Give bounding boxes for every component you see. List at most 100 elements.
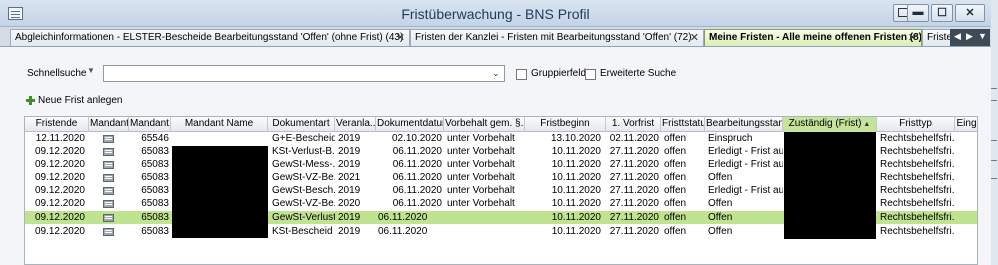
- cell-mandant-nr: 65083: [141, 212, 169, 223]
- column-header-mandant-icon[interactable]: Mandant...: [89, 117, 129, 132]
- cell-mandant-nr: 65083: [141, 226, 169, 237]
- cell-veranlagung: 2019: [338, 185, 361, 196]
- cell-vorbehalt: unter Vorbehalt: [447, 198, 515, 209]
- tab-close-icon[interactable]: ✕: [690, 31, 699, 44]
- column-header-fristbeginn[interactable]: Fristbeginn: [525, 117, 606, 132]
- tab-abgleichinformationen[interactable]: Abgleichinformationen - ELSTER-Bescheide…: [10, 29, 410, 46]
- tab-meine-fristen[interactable]: Meine Fristen - Alle meine offenen Frist…: [704, 29, 922, 46]
- column-header-veranlagung[interactable]: Veranla...: [335, 117, 376, 132]
- tab-close-icon[interactable]: ✕: [396, 31, 405, 44]
- plus-icon: [26, 96, 35, 105]
- cell-vorbehalt: [445, 211, 525, 224]
- close-icon: ✕: [965, 7, 975, 19]
- background-detail: [991, 100, 997, 101]
- gruppierfeld-checkbox[interactable]: [516, 69, 527, 80]
- redacted-mandant-name: [172, 146, 268, 238]
- column-header-fristtyp[interactable]: Fristtyp: [877, 117, 955, 132]
- column-header-fristende[interactable]: Fristende: [25, 117, 89, 132]
- close-button[interactable]: ✕: [955, 4, 985, 22]
- maximize-button[interactable]: ☐: [931, 4, 953, 22]
- cell-veranlagung: 2021: [338, 172, 361, 183]
- column-header-vorbehalt[interactable]: Vorbehalt gem. §...: [444, 117, 525, 132]
- column-header-mandant-nr[interactable]: Mandant...: [129, 117, 171, 132]
- background-detail: [991, 178, 997, 179]
- cell-vorfrist: 27.11.2020: [609, 212, 659, 223]
- cell-mandant-nr: 65083: [141, 172, 169, 183]
- cell-vorbehalt: unter Vorbehalt: [447, 133, 515, 144]
- background-detail: [991, 140, 997, 141]
- title-bar[interactable]: Fristüberwachung - BNS Profil ▬ ☐ ✕: [0, 0, 991, 27]
- search-input[interactable]: [103, 65, 505, 82]
- cell-status: offen: [664, 185, 687, 196]
- cell-veranlagung: 2019: [338, 133, 361, 144]
- mandant-icon: [103, 228, 114, 236]
- cell-veranlagung: 2019: [338, 159, 361, 170]
- search-mode-caret-icon[interactable]: ▼: [87, 66, 95, 75]
- cell-fristbeginn: 13.10.2020: [550, 133, 601, 144]
- tab-strip: Abgleichinformationen - ELSTER-Bescheide…: [0, 27, 991, 47]
- gruppierfeld-label: Gruppierfeld: [531, 68, 587, 79]
- fristen-grid: Fristende Mandant... Mandant... Mandant …: [24, 116, 978, 265]
- cell-vorfrist: 27.11.2020: [609, 185, 659, 196]
- cell-mandant-nr: 65083: [141, 185, 169, 196]
- cell-vorfrist: 02.11.2020: [609, 133, 659, 144]
- cell-status: offen: [664, 172, 687, 183]
- cell-vorbehalt: unter Vorbehalt: [447, 185, 515, 196]
- tab-close-icon[interactable]: ✕: [908, 31, 917, 44]
- cell-fristende: 09.12.2020: [34, 172, 85, 183]
- cell-dokumentart: GewSt-Besch...: [272, 185, 335, 196]
- column-header-dokumentart[interactable]: Dokumentart: [268, 117, 335, 132]
- column-header-bearbeitungsstand[interactable]: Bearbeitungsstand: [705, 117, 783, 132]
- cell-dokumentdatum: 06.11.2020: [392, 198, 442, 209]
- cell-bearbeitungsstand: Offen: [708, 226, 733, 237]
- tab-menu-icon[interactable]: ▼: [978, 31, 987, 41]
- desktop-background-strip: [990, 0, 998, 265]
- cell-dokumentdatum: 06.11.2020: [392, 185, 442, 196]
- cell-fristende: 09.12.2020: [34, 226, 85, 237]
- column-header-zustaendig[interactable]: Zuständig (Frist) ▲: [783, 117, 877, 132]
- tab-scroll-right-icon[interactable]: ▶: [966, 31, 973, 42]
- cell-dokumentart: KSt-Verlust-B...: [272, 146, 335, 157]
- cell-dokumentart: GewSt-VZ-Be...: [272, 198, 335, 209]
- column-header-vorfrist[interactable]: 1. Vorfrist: [606, 117, 661, 132]
- mandant-icon: [103, 214, 114, 222]
- mandant-icon: [103, 200, 114, 208]
- cell-vorfrist: 27.11.2020: [609, 172, 659, 183]
- cell-dokumentart: GewSt-VZ-Be...: [272, 172, 335, 183]
- cell-fristbeginn: 10.11.2020: [551, 185, 601, 196]
- cell-fristbeginn: 10.11.2020: [551, 198, 601, 209]
- erweiterte-suche-checkbox[interactable]: [585, 69, 596, 80]
- tab-navigation: ◀ ▶ ▼: [950, 29, 990, 46]
- cell-vorfrist: 27.11.2020: [609, 226, 659, 237]
- mandant-icon: [103, 161, 114, 169]
- cell-fristende: 09.12.2020: [34, 212, 85, 223]
- cell-dokumentart: GewSt-Mess-...: [272, 159, 335, 170]
- column-header-dokumentdatum[interactable]: Dokumentdatum: [376, 117, 444, 132]
- cell-bearbeitungsstand: Erledigt - Frist au...: [708, 185, 783, 196]
- cell-veranlagung: 2019: [338, 146, 361, 157]
- cell-fristende: 09.12.2020: [34, 198, 85, 209]
- mandant-icon: [103, 135, 114, 143]
- cell-fristende: 12.11.2020: [35, 133, 85, 144]
- cell-vorbehalt: unter Vorbehalt: [447, 146, 515, 157]
- column-header-fristtstatus[interactable]: Fristtstatus: [661, 117, 705, 132]
- cell-dokumentdatum: 06.11.2020: [378, 212, 428, 223]
- cell-vorfrist: 27.11.2020: [609, 159, 659, 170]
- neue-frist-anlegen-button[interactable]: Neue Frist anlegen: [26, 95, 123, 109]
- cell-mandant-nr: 65546: [141, 133, 169, 144]
- redacted-zustaendig: [784, 132, 876, 239]
- grid-header: Fristende Mandant... Mandant... Mandant …: [25, 117, 977, 132]
- tab-fristen-overflow[interactable]: Friste: [922, 29, 952, 46]
- column-header-eingang[interactable]: Eing: [955, 117, 977, 132]
- tab-fristen-der-kanzlei[interactable]: Fristen der Kanzlei - Fristen mit Bearbe…: [410, 29, 704, 46]
- search-dropdown-icon[interactable]: ⌄: [492, 68, 500, 79]
- minimize-button[interactable]: ▬: [907, 4, 929, 22]
- background-detail: [991, 88, 997, 89]
- cell-fristbeginn: 10.11.2020: [551, 172, 601, 183]
- tab-label: Fristen der Kanzlei - Fristen mit Bearbe…: [415, 32, 692, 43]
- sort-ascending-icon: ▲: [863, 121, 871, 128]
- cell-vorbehalt: unter Vorbehalt: [447, 172, 515, 183]
- tab-scroll-left-icon[interactable]: ◀: [954, 31, 961, 42]
- column-header-zustaendig-label: Zuständig (Frist): [788, 118, 862, 129]
- column-header-mandant-name[interactable]: Mandant Name: [171, 117, 268, 132]
